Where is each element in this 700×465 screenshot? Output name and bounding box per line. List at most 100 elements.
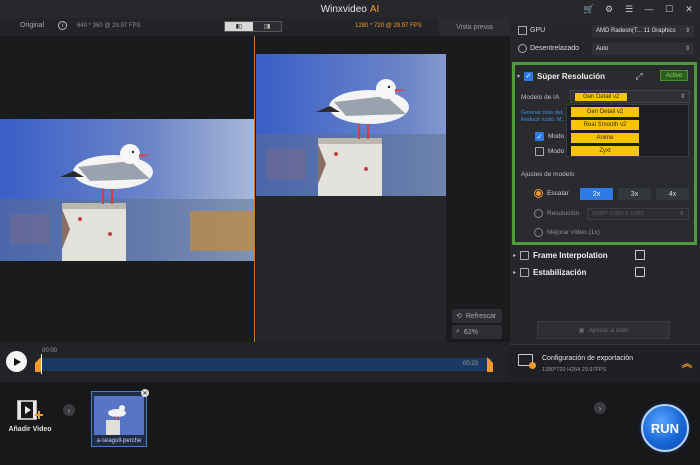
- timeline-track[interactable]: [38, 358, 492, 371]
- title-bar: Winxvideo AI 🛒 ⚙ ☰ — ☐ ✕: [0, 0, 700, 18]
- playhead[interactable]: [41, 354, 42, 374]
- close-icon[interactable]: ✕: [682, 2, 696, 16]
- gpu-label: GPU: [530, 27, 546, 34]
- frame-interpolation-label: Frame Interpolation: [533, 250, 608, 260]
- stabilization-row[interactable]: ▸ Estabilización: [513, 266, 695, 278]
- ai-model-row: Modelo de IA: [521, 94, 569, 101]
- quality-mode-checkbox[interactable]: ✓: [535, 132, 544, 141]
- expand-up-icon[interactable]: ︽: [682, 355, 692, 370]
- info-icon[interactable]: i: [58, 21, 67, 30]
- window-controls: 🛒 ⚙ ☰ — ☐ ✕: [582, 2, 696, 16]
- resolution-select[interactable]: 1080P (1920 X 1080) ⇕: [587, 208, 689, 220]
- app-title: Winxvideo AI: [321, 4, 380, 15]
- scale-option[interactable]: Escalar: [534, 189, 569, 198]
- compare-divider[interactable]: [254, 36, 255, 342]
- super-resolution-checkbox[interactable]: ✓: [524, 71, 533, 81]
- scale-2x-button[interactable]: 2x: [580, 188, 613, 200]
- file-bar: Añadir Video ‹ a-seagull-perche ✕ › RUN: [0, 382, 700, 465]
- deinterlace-value: Auto: [596, 45, 609, 52]
- quality-mode-label: Modo: [548, 133, 565, 140]
- menu-icon[interactable]: ☰: [622, 2, 636, 16]
- export-details: 1280*720 H264 29.97FPS: [542, 367, 607, 373]
- gpu-select[interactable]: AMD Radeon(T... 11 Graphics ⇕: [592, 24, 694, 37]
- scale-radio[interactable]: [534, 189, 543, 198]
- settings-panel: GPU AMD Radeon(T... 11 Graphics ⇕ Desent…: [510, 18, 700, 382]
- resolution-label: Resolución: [547, 210, 580, 217]
- video-file-name: a-seagull-perche: [96, 438, 142, 444]
- ai-model-dropdown: Gen Detail v2 Real Smooth v2 Anime Zyxt: [566, 104, 689, 157]
- add-video-button[interactable]: Añadir Video: [6, 399, 54, 445]
- scale-3x-button[interactable]: 3x: [618, 188, 651, 200]
- export-settings[interactable]: Configuración de exportación 1280*720 H2…: [510, 344, 700, 382]
- resolution-option[interactable]: Resolución: [534, 209, 579, 218]
- time-end: 00:23: [463, 361, 479, 367]
- preview-mode-toggle: ▮▯ ▯▮: [224, 21, 282, 32]
- maximize-icon[interactable]: ☐: [662, 2, 676, 16]
- frame-interpolation-row[interactable]: ▸ Frame Interpolation: [513, 249, 695, 261]
- timeline: 00:00 00:23: [0, 342, 510, 382]
- ai-model-option[interactable]: Anime: [571, 133, 639, 143]
- original-frame: [0, 119, 254, 261]
- run-button[interactable]: RUN: [641, 404, 689, 452]
- deinterlace-label: Desentrelazado: [530, 45, 580, 52]
- split-mode-button[interactable]: ▯▮: [253, 22, 281, 31]
- deinterlace-row: Desentrelazado Auto ⇕: [518, 42, 694, 55]
- play-button[interactable]: [6, 351, 27, 372]
- chevron-updown-icon: ⇕: [684, 46, 690, 52]
- scroll-right-icon[interactable]: ›: [594, 402, 606, 414]
- scale-4x-button[interactable]: 4x: [656, 188, 689, 200]
- ai-model-value: Gen Detail v2: [575, 92, 628, 101]
- resolution-radio[interactable]: [534, 209, 543, 218]
- status-badge: Activo: [660, 70, 688, 81]
- remove-video-icon[interactable]: ✕: [141, 389, 149, 397]
- zoom-label: 62%: [463, 328, 478, 336]
- scroll-left-icon[interactable]: ‹: [63, 404, 75, 416]
- collapse-caret-icon[interactable]: ▾: [517, 73, 524, 80]
- zoom-icon: ⌕: [456, 328, 460, 335]
- frame-interpolation-checkbox[interactable]: [520, 250, 529, 260]
- deinterlace-select[interactable]: Auto ⇕: [592, 42, 694, 55]
- stabilization-label: Estabilización: [533, 267, 587, 277]
- model-adjustments-label: Ajustes de modelo: [521, 171, 575, 178]
- scale-label: Escalar: [547, 190, 569, 197]
- quality-mode-option[interactable]: ✓ Modo: [535, 132, 564, 141]
- ai-model-option[interactable]: Gen Detail v2: [571, 107, 639, 117]
- ai-model-select[interactable]: Gen Detail v2 ⇕: [570, 90, 690, 103]
- zoom-button[interactable]: ⌕ 62%: [452, 325, 502, 339]
- video-thumbnail-card[interactable]: a-seagull-perche ✕: [91, 389, 149, 447]
- resolution-value: 1080P (1920 X 1080): [592, 211, 645, 217]
- apply-all-button[interactable]: ▣ Aplicar a todo: [537, 321, 670, 339]
- improve-video-radio[interactable]: [534, 228, 543, 237]
- refresh-label: Refrescar: [465, 312, 497, 320]
- stabilization-checkbox[interactable]: [520, 267, 529, 277]
- refresh-button[interactable]: ⟲ Refrescar: [452, 309, 502, 323]
- improve-video-option[interactable]: Mejorar vídeo (1x): [534, 228, 600, 237]
- ai-model-option[interactable]: Zyxt: [571, 146, 639, 156]
- play-icon: [14, 357, 21, 366]
- ai-model-option[interactable]: Real Smooth v2: [571, 120, 639, 130]
- ai-model-label: Modelo de IA: [521, 94, 560, 101]
- seagull-image-output: [256, 54, 446, 196]
- gpu-icon: [518, 26, 527, 35]
- gpu-value: AMD Radeon(T... 11 Graphics: [596, 27, 676, 34]
- export-settings-icon: [518, 354, 536, 369]
- gpu-row: GPU AMD Radeon(T... 11 Graphics ⇕: [518, 24, 694, 37]
- super-resolution-title: Súper Resolución: [537, 71, 606, 81]
- expand-caret-icon[interactable]: ▸: [513, 269, 520, 276]
- minimize-icon[interactable]: —: [642, 2, 656, 16]
- gear-icon[interactable]: ⚙: [602, 2, 616, 16]
- apply-all-label: Aplicar a todo: [588, 326, 629, 334]
- expand-icon[interactable]: ⤢: [634, 71, 644, 81]
- chevron-updown-icon: ⇕: [679, 94, 685, 100]
- expand-caret-icon[interactable]: ▸: [513, 252, 520, 259]
- side-by-side-mode-button[interactable]: ▮▯: [225, 22, 253, 31]
- deinterlace-icon: [518, 44, 527, 53]
- cart-icon[interactable]: 🛒: [582, 2, 596, 16]
- add-video-label: Añadir Video: [8, 426, 52, 433]
- fast-mode-checkbox[interactable]: [535, 147, 544, 156]
- refresh-icon: ⟲: [456, 313, 462, 320]
- add-video-icon: [17, 400, 43, 420]
- chevron-updown-icon: ⇕: [679, 211, 684, 217]
- vista-previa-tab[interactable]: Vista previa: [439, 18, 510, 36]
- output-spec: 1280 * 720 @ 29.97 FPS: [355, 23, 422, 29]
